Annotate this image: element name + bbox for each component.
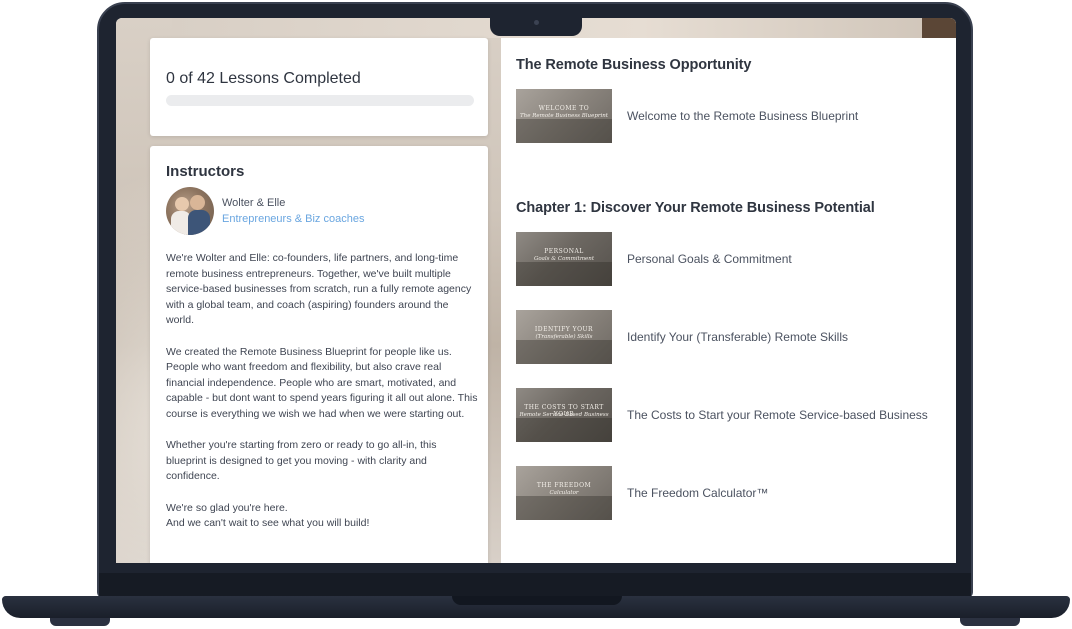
thumbnail-subcaption: (Transferable) Skills — [535, 334, 593, 340]
bio-paragraph: We created the Remote Business Blueprint… — [166, 345, 478, 420]
lesson-title[interactable]: Welcome to the Remote Business Blueprint — [627, 109, 858, 123]
thumbnail-caption: WELCOME TO — [538, 105, 590, 112]
bio-paragraph: We're Wolter and Elle: co-founders, life… — [166, 252, 472, 327]
instructor-bio: We're Wolter and Elle: co-founders, life… — [166, 251, 478, 532]
thumbnail-subcaption: Goals & Commitment — [533, 256, 595, 262]
lesson-thumbnail[interactable]: IDENTIFY YOUR (Transferable) Skills — [516, 310, 612, 364]
lesson-title[interactable]: The Freedom Calculator™ — [627, 486, 768, 500]
lesson-thumbnail[interactable]: PERSONAL Goals & Commitment — [516, 232, 612, 286]
lesson-thumbnail[interactable]: WELCOME TO The Remote Business Blueprint — [516, 89, 612, 143]
background-edge — [922, 18, 956, 38]
progress-bar — [166, 95, 474, 106]
laptop-base — [2, 596, 1070, 618]
lesson-item[interactable]: PERSONAL Goals & Commitment Personal Goa… — [516, 232, 946, 286]
bio-line: And we can't wait to see what you will b… — [166, 517, 370, 530]
instructor-avatar — [166, 187, 214, 235]
lesson-thumbnail[interactable]: THE COSTS TO START YOUR Remote Service-B… — [516, 388, 612, 442]
thumbnail-subcaption: Remote Service-Based Business — [519, 412, 609, 418]
progress-card: 0 of 42 Lessons Completed — [150, 38, 488, 136]
course-content: The Remote Business Opportunity WELCOME … — [502, 38, 956, 563]
screen: 0 of 42 Lessons Completed Instructors Wo… — [116, 18, 956, 563]
section-title: The Remote Business Opportunity — [516, 57, 752, 73]
camera-notch — [490, 16, 582, 36]
lesson-item[interactable]: THE FREEDOM Calculator The Freedom Calcu… — [516, 466, 946, 520]
lesson-title[interactable]: The Costs to Start your Remote Service-b… — [627, 408, 928, 422]
base-notch — [452, 596, 622, 605]
bio-line: We're so glad you're here. — [166, 501, 288, 514]
instructors-card: Instructors Wolter & Elle Entrepreneurs … — [150, 146, 488, 563]
laptop-chin — [99, 573, 971, 597]
lesson-title[interactable]: Personal Goals & Commitment — [627, 252, 792, 266]
thumbnail-caption: IDENTIFY YOUR — [534, 326, 594, 333]
instructor-name: Wolter & Elle — [222, 197, 286, 209]
lesson-item[interactable]: WELCOME TO The Remote Business Blueprint… — [516, 89, 946, 143]
thumbnail-subcaption: The Remote Business Blueprint — [520, 113, 608, 119]
instructors-heading: Instructors — [166, 163, 245, 180]
section-title: Chapter 1: Discover Your Remote Business… — [516, 200, 875, 216]
lesson-thumbnail[interactable]: THE FREEDOM Calculator — [516, 466, 612, 520]
thumbnail-caption: THE FREEDOM — [536, 482, 592, 489]
thumbnail-caption: PERSONAL — [544, 248, 584, 255]
thumbnail-subcaption: Calculator — [549, 490, 579, 496]
laptop-foot-left — [50, 618, 110, 626]
camera-icon — [534, 20, 539, 25]
laptop-foot-right — [960, 618, 1020, 626]
lesson-item[interactable]: THE COSTS TO START YOUR Remote Service-B… — [516, 388, 946, 442]
lesson-item[interactable]: IDENTIFY YOUR (Transferable) Skills Iden… — [516, 310, 946, 364]
bio-paragraph: Whether you're starting from zero or rea… — [166, 439, 437, 483]
progress-title: 0 of 42 Lessons Completed — [166, 70, 361, 87]
instructor-role: Entrepreneurs & Biz coaches — [222, 213, 365, 225]
lesson-title[interactable]: Identify Your (Transferable) Remote Skil… — [627, 330, 848, 344]
